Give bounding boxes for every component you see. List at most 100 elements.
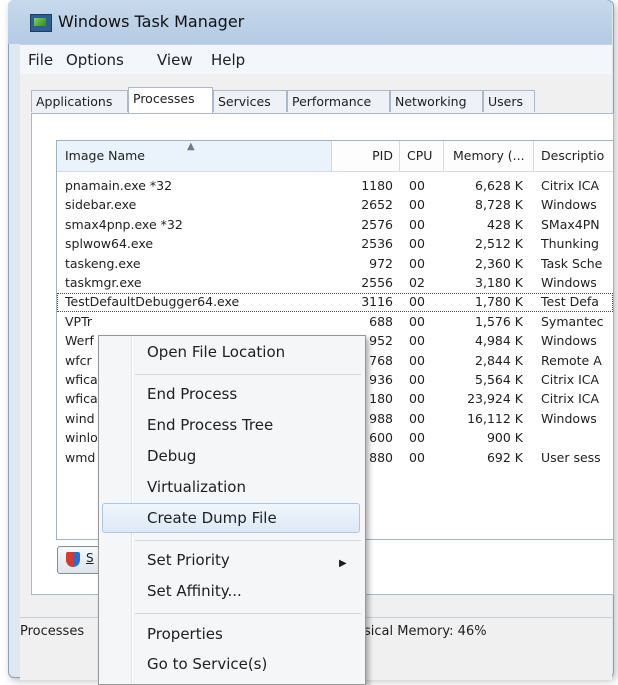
cell-image-name: taskeng.exe [65, 255, 141, 271]
cell-cpu: 00 [409, 333, 425, 349]
menu-set-priority[interactable]: Set Priority [147, 551, 230, 569]
menu-file[interactable]: File [28, 51, 53, 69]
services-button-label: S [86, 551, 94, 565]
cell-description: Symantec [541, 313, 604, 329]
menu-separator [135, 613, 361, 614]
menu-end-process[interactable]: End Process [147, 385, 237, 403]
cell-pid: 2652 [361, 197, 393, 213]
tab-services[interactable]: Services [213, 90, 287, 112]
menu-separator [135, 540, 361, 541]
menu-end-process-tree[interactable]: End Process Tree [147, 416, 273, 434]
cell-description: Thunking [541, 236, 599, 252]
menu-help[interactable]: Help [211, 51, 245, 69]
cell-memory: 2,512 K [475, 236, 523, 252]
cell-description: Citrix ICA [541, 391, 600, 407]
column-cpu[interactable]: CPU [407, 148, 432, 163]
cell-pid: 2576 [361, 216, 393, 232]
status-memory: sical Memory: 46% [364, 624, 487, 639]
table-row[interactable]: splwow64.exe 2536 00 2,512 K Thunking [57, 235, 613, 254]
cell-memory: 2,844 K [475, 352, 523, 368]
cell-image-name: wfica [65, 372, 98, 387]
cell-memory: 900 K [486, 430, 523, 446]
menu-set-affinity[interactable]: Set Affinity... [147, 582, 242, 600]
table-row[interactable]: VPTr 688 00 1,576 K Symantec [57, 313, 613, 332]
menu-options[interactable]: Options [66, 51, 124, 69]
cell-description: Windows [541, 275, 597, 290]
cell-memory: 1,576 K [475, 313, 523, 329]
shield-icon [66, 552, 80, 567]
cell-memory: 1,780 K [475, 294, 523, 310]
cell-memory: 4,984 K [475, 333, 523, 349]
cell-description: SMax4PN [541, 216, 600, 232]
menu-bar: File Options View Help [20, 44, 612, 75]
cell-description: User sess [541, 449, 601, 465]
tab-users[interactable]: Users [483, 90, 535, 112]
menu-open-file-location[interactable]: Open File Location [147, 343, 285, 361]
cell-pid: 2556 [361, 275, 393, 290]
cell-memory: 6,628 K [475, 178, 523, 193]
cell-cpu: 00 [409, 410, 425, 426]
column-description[interactable]: Descriptio [541, 148, 604, 163]
cell-image-name: smax4pnp.exe *32 [65, 216, 183, 232]
cell-image-name: pnamain.exe *32 [65, 178, 173, 193]
cell-memory: 16,112 K [467, 410, 523, 426]
cell-cpu: 00 [409, 449, 425, 465]
menu-separator [135, 374, 361, 375]
column-pid[interactable]: PID [345, 148, 393, 163]
menu-debug[interactable]: Debug [147, 447, 196, 465]
tab-networking[interactable]: Networking [390, 90, 483, 112]
table-header: ▲ Image Name PID CPU Memory (... Descrip… [57, 141, 613, 172]
cell-description: Windows [541, 410, 597, 426]
cell-cpu: 00 [409, 197, 425, 213]
cell-description: Windows [541, 333, 597, 349]
cell-description: Citrix ICA [541, 372, 600, 387]
context-menu: Open File Location End Process End Proce… [98, 335, 366, 685]
task-manager-icon [30, 14, 52, 32]
submenu-arrow-icon: ▶ [339, 558, 347, 569]
cell-image-name: taskmgr.exe [65, 275, 142, 290]
cell-image-name: VPTr [65, 313, 93, 329]
cell-description: Task Sche [541, 255, 603, 271]
cell-image-name: wmd [65, 449, 96, 465]
table-row[interactable]: pnamain.exe *32 1180 00 6,628 K Citrix ICA [57, 177, 613, 196]
tab-processes[interactable]: Processes [128, 87, 213, 113]
cell-description: Windows [541, 197, 597, 213]
column-memory[interactable]: Memory (... [453, 148, 525, 163]
cell-memory: 23,924 K [467, 391, 523, 407]
table-row[interactable]: taskmgr.exe 2556 02 3,180 K Windows [57, 274, 613, 293]
menu-go-to-services[interactable]: Go to Service(s) [147, 655, 267, 673]
cell-memory: 3,180 K [475, 275, 523, 290]
column-separator [443, 141, 444, 171]
cell-pid: 972 [369, 255, 393, 271]
column-image-name[interactable]: Image Name [65, 148, 145, 163]
menu-virtualization[interactable]: Virtualization [147, 478, 246, 496]
cell-memory: 2,360 K [475, 255, 523, 271]
menu-create-dump-file[interactable]: Create Dump File [147, 509, 277, 527]
column-separator [399, 141, 400, 171]
table-row[interactable]: taskeng.exe 972 00 2,360 K Task Sche [57, 255, 613, 274]
cell-image-name: sidebar.exe [65, 197, 137, 213]
cell-cpu: 00 [409, 255, 425, 271]
table-row[interactable]: smax4pnp.exe *32 2576 00 428 K SMax4PN [57, 216, 613, 235]
cell-image-name: wfica [65, 391, 98, 407]
cell-cpu: 00 [409, 178, 425, 193]
table-row[interactable]: sidebar.exe 2652 00 8,728 K Windows [57, 196, 613, 215]
menu-properties[interactable]: Properties [147, 625, 223, 643]
cell-cpu: 00 [409, 216, 425, 232]
cell-description: Citrix ICA [541, 178, 600, 193]
column-separator [331, 141, 332, 171]
cell-description: Test Defa [541, 294, 599, 310]
menu-view[interactable]: View [157, 51, 193, 69]
cell-image-name: TestDefaultDebugger64.exe [65, 294, 240, 310]
title-bar[interactable]: Windows Task Manager [8, 0, 612, 44]
tab-applications[interactable]: Applications [31, 90, 128, 112]
cell-pid: 688 [369, 313, 393, 329]
table-row[interactable]: TestDefaultDebugger64.exe 3116 00 1,780 K Te… [57, 293, 613, 313]
cell-image-name: wind [65, 410, 95, 426]
cell-image-name: Werf [65, 333, 94, 349]
window-title: Windows Task Manager [58, 12, 245, 31]
column-separator [533, 141, 534, 171]
cell-description: Remote A [541, 352, 602, 368]
tab-performance[interactable]: Performance [287, 90, 390, 112]
cell-cpu: 00 [409, 372, 425, 387]
